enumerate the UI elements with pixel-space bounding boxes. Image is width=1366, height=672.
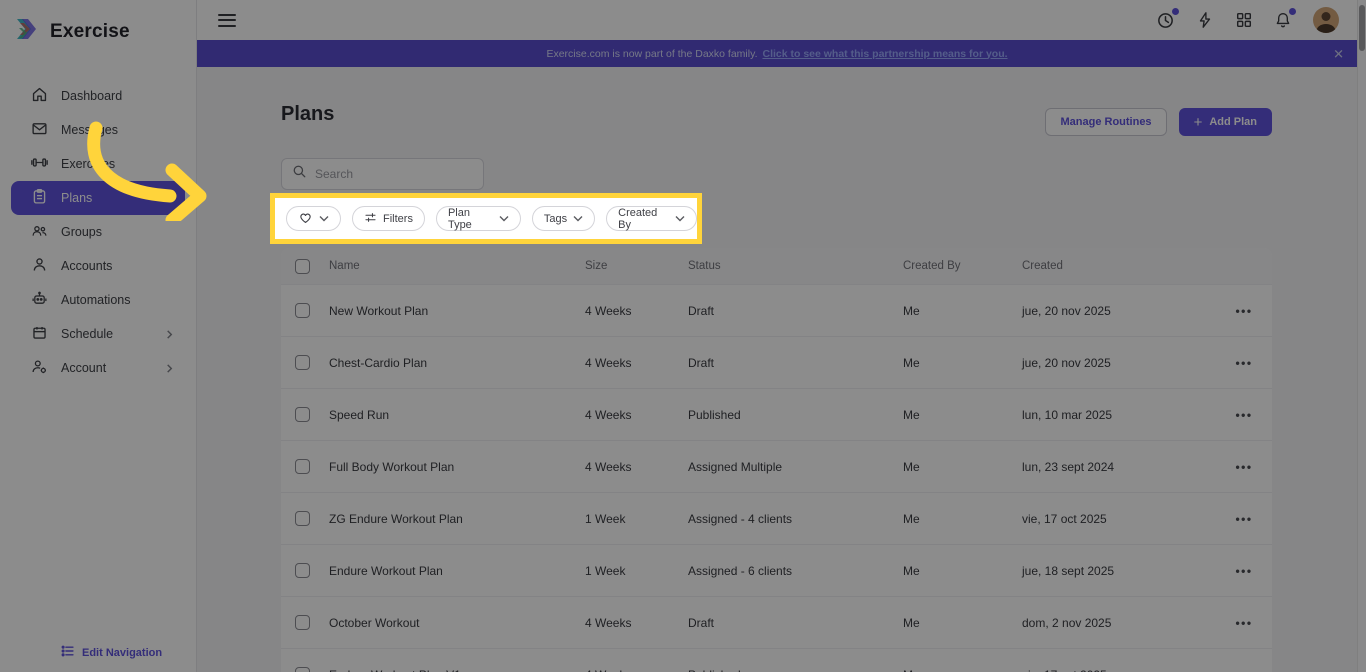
favorites-filter-chip[interactable] [286, 206, 341, 231]
plan-type-chip-label: Plan Type [447, 206, 472, 231]
created-by-chip-label: Created By [618, 206, 658, 231]
filters-chip[interactable]: Filters [352, 206, 425, 231]
tune-icon [364, 211, 377, 227]
filters-chip-label: Filters [383, 212, 413, 225]
filter-bar-highlight: Filters Plan Type Tags Created By [270, 193, 702, 244]
tags-chip-label: Tags [543, 212, 568, 225]
chevron-down-icon [499, 213, 509, 225]
chevron-down-icon [319, 213, 329, 225]
created-by-chip[interactable]: Created By [606, 206, 697, 231]
chevron-down-icon [573, 213, 583, 225]
tags-chip[interactable]: Tags [531, 206, 596, 231]
plan-type-chip[interactable]: Plan Type [435, 206, 521, 231]
heart-icon [298, 210, 313, 228]
chevron-down-icon [675, 213, 685, 225]
dim-overlay [0, 0, 1366, 672]
